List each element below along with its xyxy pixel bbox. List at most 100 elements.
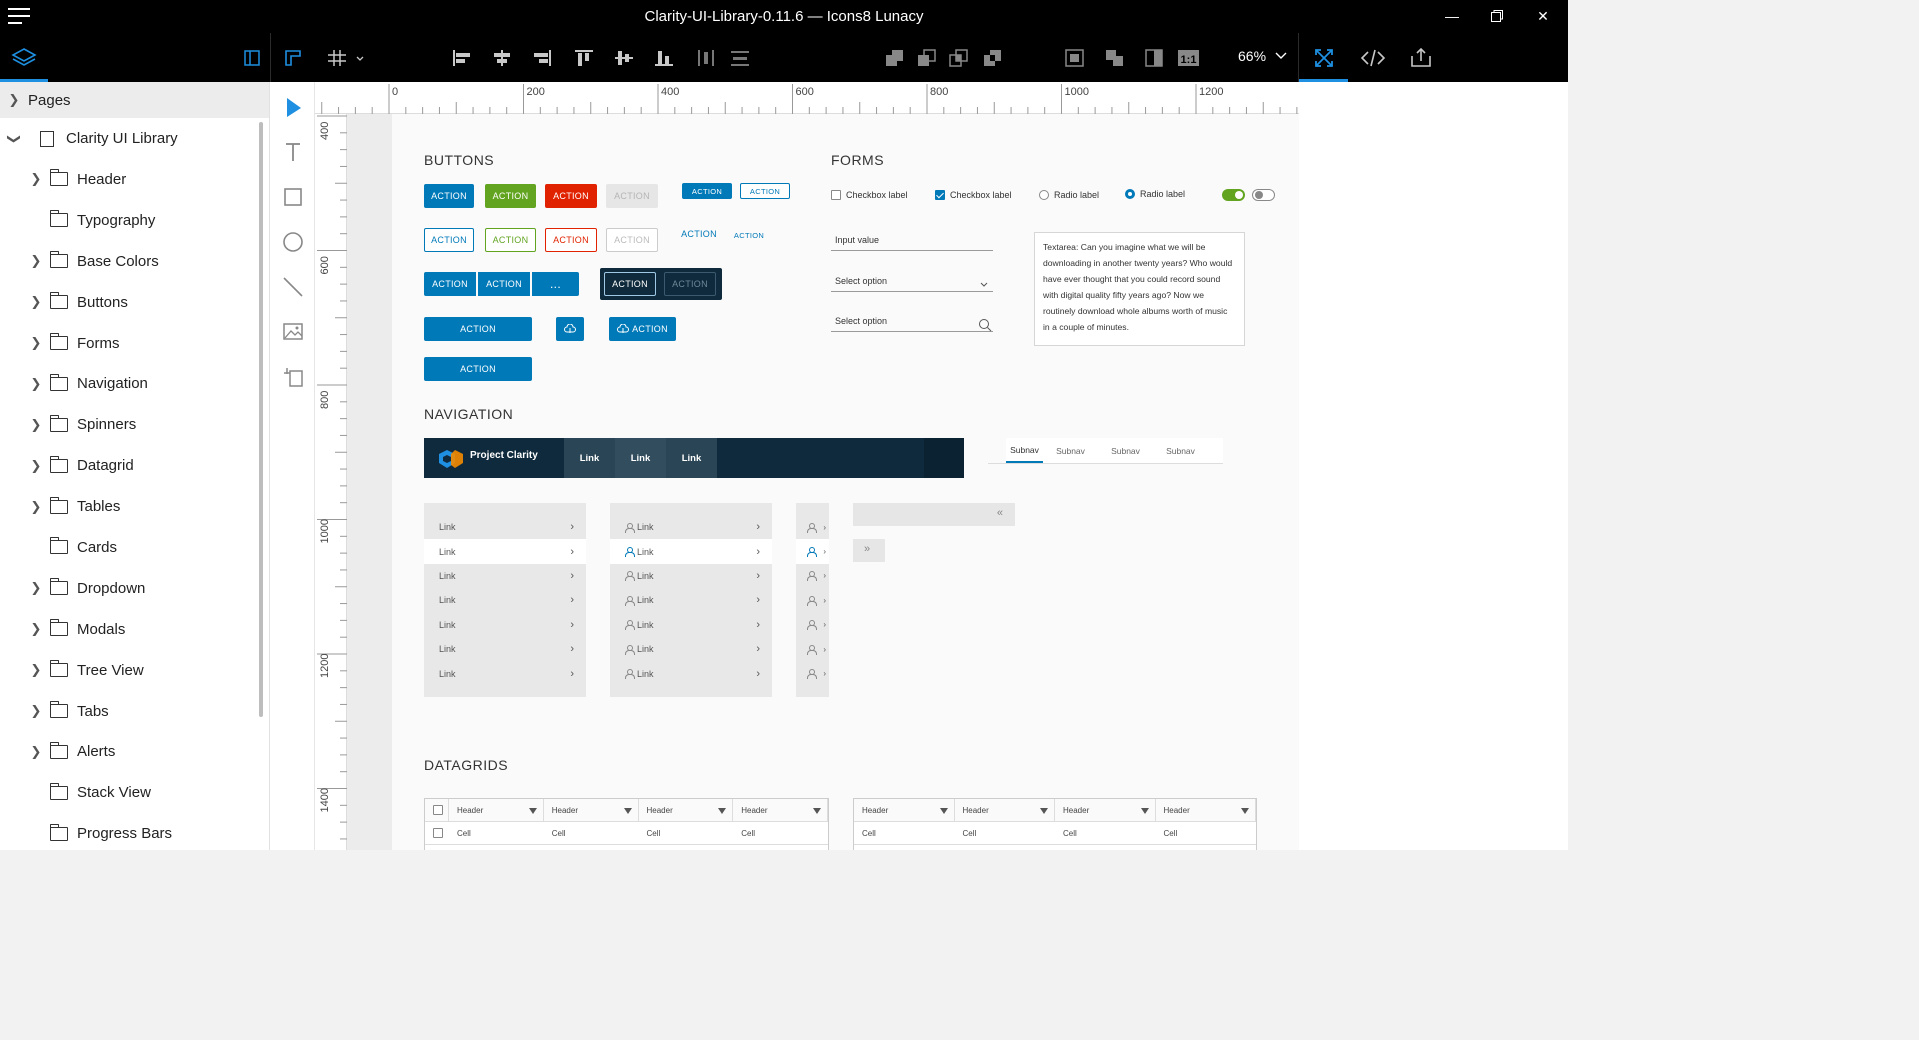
layer-item[interactable]: ❯ Tables: [0, 486, 269, 527]
vertical-nav-link[interactable]: ›: [796, 613, 829, 637]
action-button-danger[interactable]: ACTION: [545, 184, 597, 208]
flatten-button[interactable]: [1102, 33, 1128, 82]
chevron-right-icon[interactable]: ❯: [22, 458, 50, 474]
filter-icon[interactable]: [718, 808, 727, 814]
action-button-flat-small[interactable]: ACTION: [732, 228, 766, 242]
zoom-level[interactable]: 66%: [1238, 48, 1288, 64]
textarea[interactable]: Textarea: Can you imagine what we will b…: [1034, 232, 1245, 346]
filter-icon[interactable]: [1241, 808, 1249, 814]
grid-toggle-button[interactable]: [320, 33, 370, 82]
chevron-right-icon[interactable]: ❯: [22, 662, 50, 678]
button-group-overflow[interactable]: ...: [532, 272, 579, 296]
filter-icon[interactable]: [939, 808, 948, 814]
row-select-cell[interactable]: [425, 822, 449, 844]
align-right-button[interactable]: [528, 33, 556, 82]
action-button-outline-disabled[interactable]: ACTION: [606, 228, 658, 252]
expand-nav-button[interactable]: »: [853, 539, 885, 562]
vertical-nav-link[interactable]: ›: [796, 637, 829, 661]
filter-icon[interactable]: [623, 808, 632, 814]
mask-button[interactable]: [1062, 33, 1088, 82]
chevron-right-icon[interactable]: ❯: [22, 499, 50, 515]
column-header[interactable]: Header: [1055, 799, 1156, 821]
action-button-with-icon[interactable]: ACTION: [609, 317, 676, 341]
chevron-right-icon[interactable]: ❯: [22, 621, 50, 637]
chevron-right-icon[interactable]: ❯: [0, 92, 28, 108]
page-root-item[interactable]: ❯ Clarity UI Library: [0, 118, 269, 159]
dark-action-button[interactable]: ACTION: [604, 272, 656, 296]
action-button-outline-success[interactable]: ACTION: [485, 228, 536, 252]
close-button[interactable]: ✕: [1528, 4, 1558, 28]
action-button-primary[interactable]: ACTION: [424, 184, 474, 208]
vertical-nav-link[interactable]: Link ›: [424, 637, 586, 661]
vertical-nav-link[interactable]: ›: [796, 661, 829, 685]
chevron-right-icon[interactable]: ❯: [22, 294, 50, 310]
row-select-cell[interactable]: [425, 799, 449, 821]
distribute-horizontal-button[interactable]: [692, 33, 720, 82]
intersect-button[interactable]: [946, 33, 972, 82]
chevron-right-icon[interactable]: ❯: [22, 253, 50, 269]
radio-unselected[interactable]: Radio label: [1039, 190, 1099, 200]
ellipse-tool[interactable]: [270, 222, 315, 262]
subnav-tab[interactable]: Subnav: [1043, 438, 1098, 463]
vertical-nav-link[interactable]: Link ›: [610, 564, 772, 588]
align-left-button[interactable]: [448, 33, 476, 82]
artboard[interactable]: BUTTONS ACTION ACTION ACTION ACTION ACTI…: [392, 114, 1299, 850]
subnav-tab[interactable]: Subnav: [1098, 438, 1153, 463]
layer-item[interactable]: ❯ Alerts: [0, 731, 269, 772]
vertical-nav-link[interactable]: Link ›: [610, 515, 772, 539]
row-checkbox[interactable]: [433, 828, 443, 838]
chevron-right-icon[interactable]: ❯: [22, 703, 50, 719]
action-button-block-2[interactable]: ACTION: [424, 357, 532, 381]
union-button[interactable]: [882, 33, 908, 82]
chevron-right-icon[interactable]: ❯: [22, 744, 50, 760]
vertical-nav-link[interactable]: Link ›: [424, 588, 586, 612]
filter-icon[interactable]: [1140, 808, 1149, 814]
vertical-nav-link[interactable]: ›: [796, 564, 829, 588]
action-button-flat[interactable]: ACTION: [681, 226, 717, 242]
action-button-small-primary[interactable]: ACTION: [682, 183, 732, 199]
subnav-tab[interactable]: Subnav: [1153, 438, 1208, 463]
checkbox-checked[interactable]: Checkbox label: [935, 190, 1012, 200]
code-view-button[interactable]: [1350, 33, 1396, 82]
vertical-nav-link[interactable]: Link ›: [610, 613, 772, 637]
toggle-on[interactable]: [1222, 189, 1245, 201]
column-header[interactable]: Header: [854, 799, 955, 821]
column-header[interactable]: Header: [449, 799, 544, 821]
chevron-down-icon[interactable]: ❯: [6, 125, 22, 153]
chevron-right-icon[interactable]: ❯: [22, 417, 50, 433]
layer-item[interactable]: ❯ Navigation: [0, 363, 269, 404]
double-chevron-left-icon[interactable]: «: [997, 507, 1003, 519]
restore-button[interactable]: [1482, 4, 1512, 28]
line-tool[interactable]: [270, 267, 315, 307]
layer-item[interactable]: Cards: [0, 527, 269, 568]
dark-action-button-disabled[interactable]: ACTION: [664, 272, 716, 296]
canvas[interactable]: BUTTONS ACTION ACTION ACTION ACTION ACTI…: [347, 114, 1299, 850]
artboard-tool[interactable]: [270, 357, 315, 397]
align-bottom-button[interactable]: [650, 33, 678, 82]
header-link[interactable]: Link: [666, 438, 717, 478]
select-dropdown[interactable]: Select option: [831, 276, 993, 292]
chevron-right-icon[interactable]: ❯: [22, 376, 50, 392]
checkbox-unchecked[interactable]: Checkbox label: [831, 190, 908, 200]
select-tool[interactable]: [270, 87, 315, 127]
image-tool[interactable]: [270, 312, 315, 352]
vertical-nav-link[interactable]: ›: [796, 588, 829, 612]
double-chevron-right-icon[interactable]: »: [864, 543, 870, 555]
action-button-outline-danger[interactable]: ACTION: [545, 228, 597, 252]
action-button-small-outline[interactable]: ACTION: [740, 183, 790, 199]
layer-item[interactable]: ❯ Base Colors: [0, 241, 269, 282]
export-button[interactable]: [1398, 33, 1444, 82]
rectangle-tool[interactable]: [270, 177, 315, 217]
radio-selected[interactable]: Radio label: [1125, 189, 1185, 199]
ruler-toggle-button[interactable]: [278, 33, 308, 82]
chevron-right-icon[interactable]: ❯: [22, 580, 50, 596]
subtract-button[interactable]: [914, 33, 940, 82]
difference-button[interactable]: [980, 33, 1006, 82]
vertical-nav-link[interactable]: ›: [796, 515, 829, 539]
action-button-success[interactable]: ACTION: [485, 184, 536, 208]
align-top-button[interactable]: [570, 33, 598, 82]
sidebar-scrollbar[interactable]: [259, 122, 263, 717]
text-input[interactable]: Input value: [831, 235, 993, 251]
button-group-item-1[interactable]: ACTION: [424, 272, 476, 296]
distribute-vertical-button[interactable]: [726, 33, 754, 82]
